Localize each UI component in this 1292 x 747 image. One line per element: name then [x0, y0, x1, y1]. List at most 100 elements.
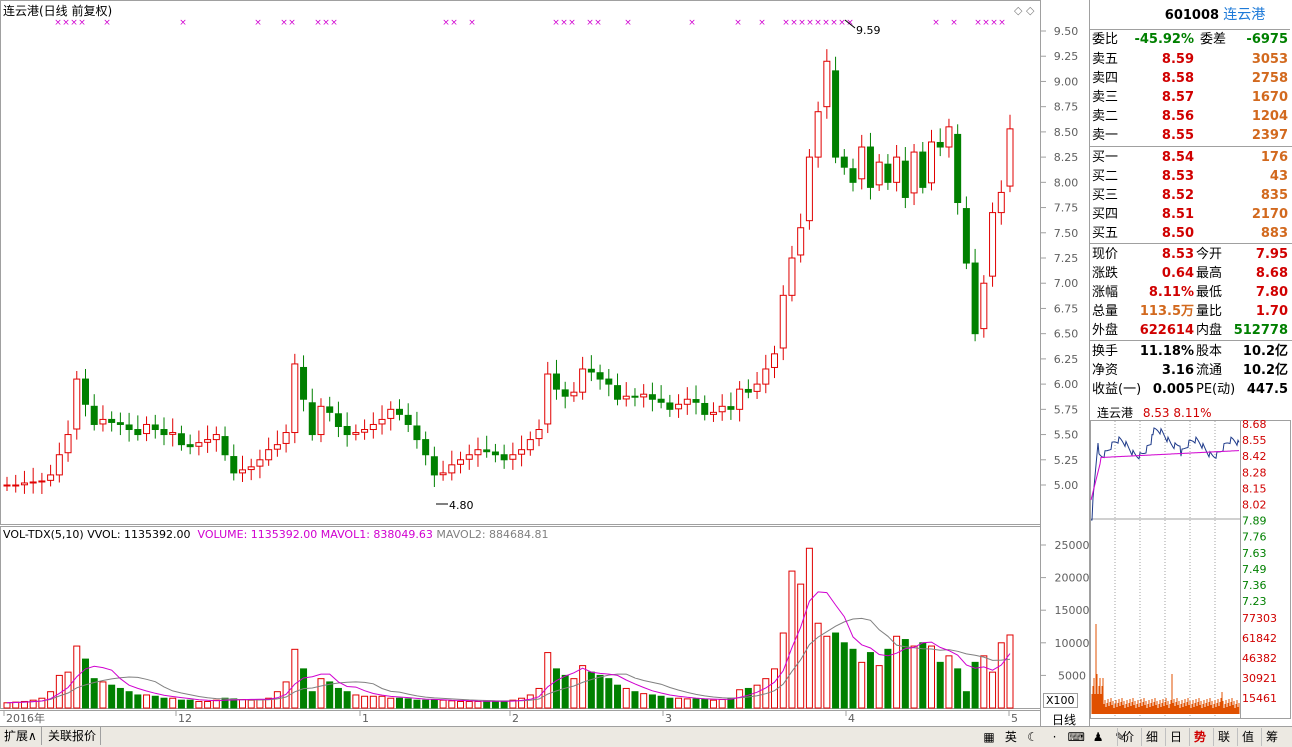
volume-bar [256, 699, 264, 709]
stat-label: 换手 [1092, 344, 1119, 359]
ask-row: 卖五 8.59 3053 [1090, 50, 1290, 69]
x-label-2: 2 [512, 712, 519, 725]
candle-body [683, 398, 691, 405]
volume-bar [962, 691, 970, 709]
quote-separator [1090, 243, 1292, 244]
intraday-price-tick: 7.89 [1242, 515, 1267, 528]
candlestick-group: × × × × × × × × × × × × × × × × × × × × × × × × × × × × × × × × × × × × × × × [3, 18, 1014, 494]
volume-bar [404, 698, 412, 709]
intraday-name: 连云港 [1097, 406, 1134, 420]
candle-body [666, 402, 674, 410]
right-tab-3[interactable]: 势 [1189, 728, 1210, 746]
candle-body [143, 423, 151, 435]
signal-marker: × [790, 18, 798, 28]
related-quote-tab[interactable]: 关联报价 [44, 727, 102, 745]
volume-bar [151, 695, 159, 709]
volume-bar [866, 652, 874, 709]
right-tab-1[interactable]: 细 [1141, 728, 1162, 746]
ask-row: 卖一 8.55 2397 [1090, 126, 1290, 145]
candle-body [230, 456, 238, 474]
volume-bar [221, 697, 229, 709]
quote-level-label: 买三 [1092, 188, 1119, 203]
candle-body [805, 156, 813, 222]
candle-body [177, 433, 185, 446]
candle-body [273, 444, 281, 450]
settings-diamond-icon[interactable]: ◇ [1014, 4, 1023, 17]
intraday-price: 8.53 [1142, 406, 1170, 420]
volume-bar [823, 635, 831, 709]
volume-bar [308, 691, 316, 709]
candle-body [962, 208, 970, 264]
quote-level-volume: 2170 [1251, 207, 1288, 222]
candle-body [622, 395, 630, 400]
volume-bar [430, 699, 438, 709]
signal-marker: × [814, 18, 822, 28]
stat-value: 512778 [1233, 323, 1288, 338]
volume-bar [387, 697, 395, 709]
volume-unit-label: X100 [1043, 693, 1078, 708]
keyboard-icon[interactable]: ⌨ [1067, 730, 1085, 744]
right-tab-6[interactable]: 筹 [1261, 728, 1282, 746]
price-tick-label: 5.25 [1054, 454, 1079, 467]
ask-row: 卖四 8.58 2758 [1090, 69, 1290, 88]
right-tab-4[interactable]: 联 [1213, 728, 1234, 746]
quote-level-price: 8.57 [1161, 90, 1194, 105]
language-icon[interactable]: 英 [1002, 728, 1020, 745]
candle-body [875, 161, 883, 186]
bid-row: 买二 8.53 43 [1090, 167, 1290, 186]
volume-bar [788, 570, 796, 709]
signal-marker: × [624, 18, 632, 28]
low-marker-label: 4.80 [449, 499, 474, 512]
moon-icon[interactable]: ☾ [1024, 730, 1042, 744]
volume-bar [81, 658, 89, 709]
right-tab-5[interactable]: 值 [1237, 728, 1258, 746]
dot-icon[interactable]: · [1045, 730, 1063, 744]
volume-bar [291, 648, 299, 709]
weicha-value: -6975 [1246, 32, 1288, 47]
candle-body [457, 459, 465, 465]
signal-marker: × [254, 18, 262, 28]
right-tab-2[interactable]: 日 [1165, 728, 1186, 746]
intraday-vol-tick: 61842 [1242, 632, 1277, 645]
candle-body [614, 385, 622, 400]
stat-value: 11.18% [1139, 344, 1194, 359]
stat-label: 内盘 [1196, 323, 1223, 338]
quote-level-volume: 883 [1260, 226, 1288, 241]
candle-body [997, 191, 1005, 214]
stat-row: 涨跌 0.64 最高 8.68 [1090, 264, 1290, 283]
candle-body [640, 393, 648, 398]
candle-body [212, 434, 220, 441]
vol-indicator-name: VOL-TDX(5,10) [3, 528, 84, 541]
volume-bar [422, 699, 430, 709]
volume-bar [108, 684, 116, 709]
intraday-price-tick: 7.23 [1242, 595, 1267, 608]
volume-bar [134, 694, 142, 709]
intraday-title: 连云港 8.53 8.11% [1097, 404, 1212, 421]
expand-tab[interactable]: 扩展∧ [0, 727, 42, 745]
volume-bar [657, 695, 665, 709]
candle-body [204, 439, 212, 443]
signal-marker: × [830, 18, 838, 28]
signal-marker: × [806, 18, 814, 28]
volume-bar [491, 700, 499, 709]
candle-body [709, 411, 717, 415]
candle-body [73, 378, 81, 430]
quote-level-label: 卖三 [1092, 90, 1119, 105]
grid-icon[interactable]: ▦ [980, 730, 998, 744]
candle-body [570, 391, 578, 397]
stat-value: 622614 [1139, 323, 1194, 338]
candle-body [884, 163, 892, 183]
settings-diamond-icon-2[interactable]: ◇ [1026, 4, 1035, 17]
person-icon[interactable]: ♟ [1089, 730, 1107, 744]
weicha-label: 委差 [1200, 32, 1227, 47]
volume-bar [910, 645, 918, 709]
candle-body [936, 141, 944, 148]
signal-marker: × [442, 18, 450, 28]
candle-body [928, 141, 936, 184]
x-label-2016: 2016年 [6, 711, 45, 725]
right-tab-0[interactable]: 价 [1117, 728, 1138, 746]
candle-body [657, 398, 665, 403]
quote-level-price: 8.53 [1161, 169, 1194, 184]
intraday-price-tick: 8.02 [1242, 499, 1267, 512]
weibi-row: 委比 -45.92% 委差 -6975 [1090, 29, 1290, 49]
